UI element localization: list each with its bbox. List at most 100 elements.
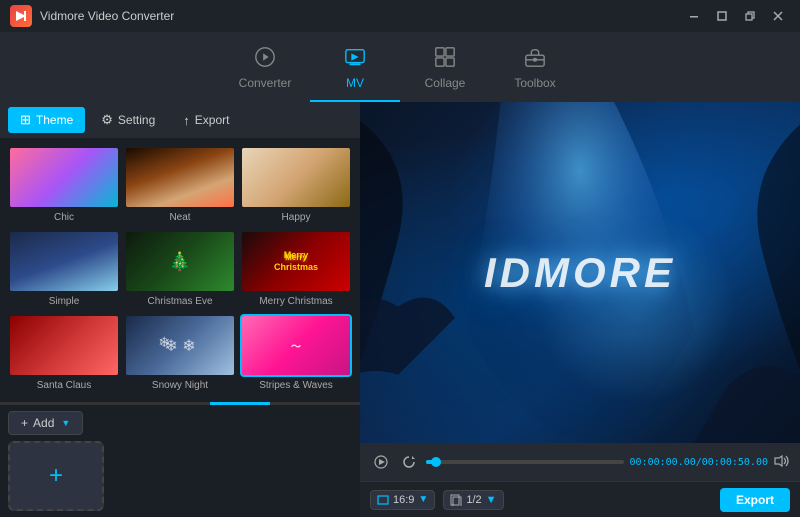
theme-thumb-christmas-eve <box>124 230 236 293</box>
theme-preview-snowy: ❄ ❄ <box>126 316 234 375</box>
close-button[interactable] <box>766 7 790 25</box>
tab-setting[interactable]: ⚙ Setting <box>89 107 167 133</box>
tab-export[interactable]: ↑ Export <box>171 108 241 133</box>
add-label: Add <box>33 416 54 430</box>
restore-button[interactable] <box>738 7 762 25</box>
scroll-indicator <box>0 402 360 405</box>
theme-item-santa[interactable]: Santa Claus <box>8 314 120 394</box>
theme-item-simple[interactable]: Simple <box>8 230 120 310</box>
app-title: Vidmore Video Converter <box>40 9 174 23</box>
tab-setting-label: Setting <box>118 113 155 127</box>
maximize-button[interactable] <box>710 7 734 25</box>
add-icon: + <box>21 416 28 430</box>
video-controls: 00:00:00.00/00:00:50.00 <box>360 443 800 481</box>
theme-preview-stripes: ～ <box>242 316 350 375</box>
theme-label-merry-christmas: Merry Christmas <box>259 296 332 307</box>
tab-export-label: Export <box>195 113 230 127</box>
theme-label-christmas-eve: Christmas Eve <box>147 296 212 307</box>
app-logo <box>10 5 32 27</box>
theme-thumb-santa <box>8 314 120 377</box>
theme-thumb-simple <box>8 230 120 293</box>
navbar: Converter MV Collage <box>0 32 800 102</box>
theme-label-simple: Simple <box>49 296 80 307</box>
add-area: + Add ▼ + <box>0 405 360 517</box>
ratio-value: 16:9 <box>393 494 414 506</box>
theme-item-happy[interactable]: Happy <box>240 146 352 226</box>
nav-item-toolbox[interactable]: Toolbox <box>490 42 580 102</box>
add-dropdown-icon: ▼ <box>61 418 70 428</box>
nav-mv-label: MV <box>346 76 364 90</box>
tab-theme-label: Theme <box>36 113 73 127</box>
theme-grid: Chic Neat Happy Simple <box>0 138 360 402</box>
nav-converter-label: Converter <box>239 76 292 90</box>
titlebar: Vidmore Video Converter <box>0 0 800 32</box>
theme-preview-neat <box>126 148 234 207</box>
video-watermark: IDMORE <box>484 249 676 297</box>
time-display: 00:00:00.00/00:00:50.00 <box>630 457 768 468</box>
page-selector[interactable]: 1/2 ▼ <box>443 490 503 510</box>
setting-icon: ⚙ <box>101 112 113 128</box>
theme-thumb-merry-christmas: MerryChristmas <box>240 230 352 293</box>
watermark-text: IDMORE <box>484 249 676 296</box>
theme-thumb-stripes: ～ <box>240 314 352 377</box>
right-panel: IDMORE 00:00:00.00/00:00:50.00 <box>360 102 800 517</box>
theme-label-stripes: Stripes & Waves <box>259 380 333 391</box>
theme-thumb-chic <box>8 146 120 209</box>
nav-toolbox-label: Toolbox <box>514 76 555 90</box>
theme-label-chic: Chic <box>54 212 74 223</box>
toolbox-icon <box>524 46 546 72</box>
ratio-dropdown-icon: ▼ <box>418 494 428 505</box>
titlebar-left: Vidmore Video Converter <box>10 5 174 27</box>
panel-tabs: ⊞ Theme ⚙ Setting ↑ Export <box>0 102 360 138</box>
export-button[interactable]: Export <box>720 488 790 512</box>
left-panel: ⊞ Theme ⚙ Setting ↑ Export Chic <box>0 102 360 517</box>
nav-item-mv[interactable]: MV <box>310 42 400 102</box>
page-dropdown-icon: ▼ <box>486 494 497 506</box>
theme-preview-chic <box>10 148 118 207</box>
minimize-button[interactable] <box>682 7 706 25</box>
bottom-controls: 16:9 ▼ 1/2 ▼ Export <box>360 481 800 517</box>
mv-icon <box>344 46 366 72</box>
theme-preview-simple <box>10 232 118 291</box>
theme-item-neat[interactable]: Neat <box>124 146 236 226</box>
replay-button[interactable] <box>398 451 420 473</box>
add-button[interactable]: + Add ▼ <box>8 411 83 435</box>
theme-preview-santa <box>10 316 118 375</box>
theme-label-happy: Happy <box>282 212 311 223</box>
theme-item-snowy[interactable]: ❄ ❄ Snowy Night <box>124 314 236 394</box>
theme-thumb-neat <box>124 146 236 209</box>
progress-bar[interactable] <box>426 460 624 464</box>
tab-theme[interactable]: ⊞ Theme <box>8 107 85 133</box>
theme-preview-merry-christmas: MerryChristmas <box>242 232 350 291</box>
theme-icon: ⊞ <box>20 112 31 128</box>
theme-item-merry-christmas[interactable]: MerryChristmas Merry Christmas <box>240 230 352 310</box>
theme-label-santa: Santa Claus <box>37 380 91 391</box>
video-background: IDMORE <box>360 102 800 443</box>
video-glow <box>536 204 736 404</box>
converter-icon <box>254 46 276 72</box>
theme-thumb-happy <box>240 146 352 209</box>
theme-preview-christmas-eve <box>126 232 234 291</box>
theme-label-neat: Neat <box>169 212 190 223</box>
add-placeholder[interactable]: + <box>8 441 104 511</box>
nav-item-converter[interactable]: Converter <box>220 42 310 102</box>
volume-button[interactable] <box>774 454 790 471</box>
main-content: ⊞ Theme ⚙ Setting ↑ Export Chic <box>0 102 800 517</box>
plus-icon: + <box>49 462 63 490</box>
theme-thumb-snowy: ❄ ❄ <box>124 314 236 377</box>
export-tab-icon: ↑ <box>183 113 190 128</box>
collage-icon <box>434 46 456 72</box>
theme-preview-happy <box>242 148 350 207</box>
scroll-bar <box>210 402 270 405</box>
theme-item-christmas-eve[interactable]: Christmas Eve <box>124 230 236 310</box>
theme-label-snowy: Snowy Night <box>152 380 208 391</box>
nav-item-collage[interactable]: Collage <box>400 42 490 102</box>
ratio-selector[interactable]: 16:9 ▼ <box>370 490 435 510</box>
video-preview: IDMORE <box>360 102 800 443</box>
titlebar-controls <box>682 7 790 25</box>
theme-item-chic[interactable]: Chic <box>8 146 120 226</box>
play-button[interactable] <box>370 451 392 473</box>
progress-dot <box>431 457 441 467</box>
theme-item-stripes[interactable]: ～ Stripes & Waves <box>240 314 352 394</box>
page-value: 1/2 <box>466 494 481 506</box>
